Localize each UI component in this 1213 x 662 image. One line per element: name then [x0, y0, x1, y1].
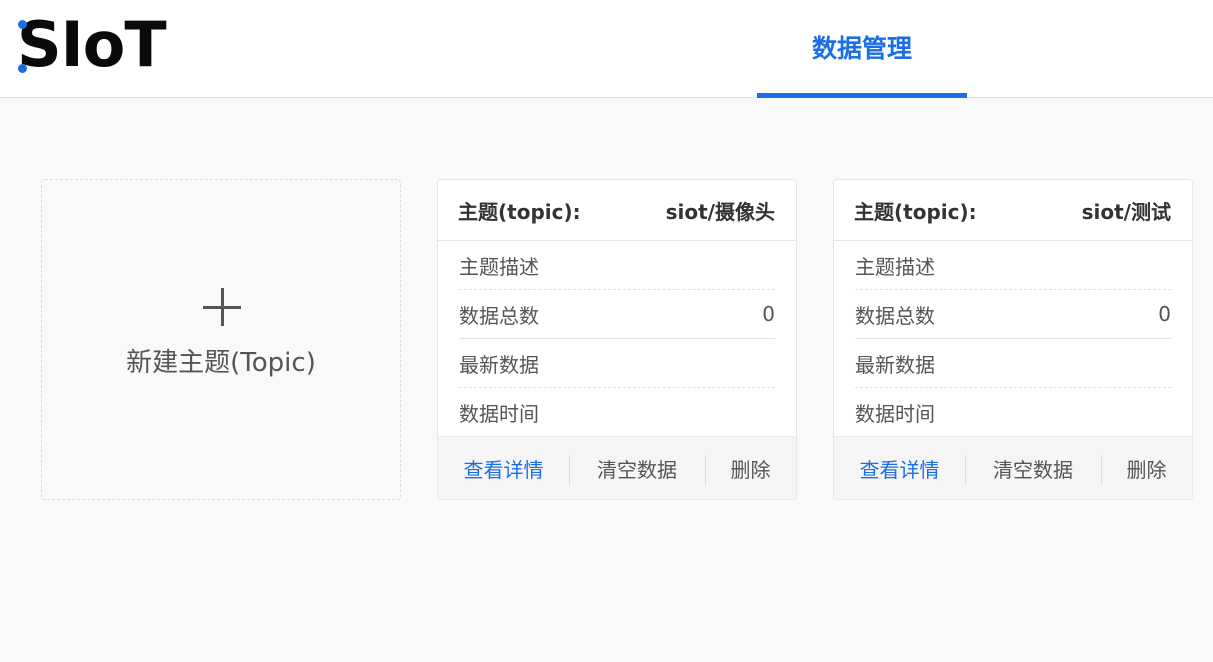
plus-icon — [203, 288, 241, 326]
topic-card-body: 主题描述 数据总数 0 最新数据 数据时间 — [438, 241, 796, 436]
row-label: 数据总数 — [855, 303, 935, 328]
new-topic-label: 新建主题(Topic) — [126, 348, 316, 378]
row-value: 0 — [762, 302, 775, 326]
logo-dot-top — [18, 20, 27, 29]
action-separator — [569, 454, 570, 485]
new-topic-card[interactable]: 新建主题(Topic) — [41, 179, 401, 500]
view-details-button[interactable]: 查看详情 — [438, 437, 569, 500]
action-separator — [705, 454, 706, 485]
siot-logo[interactable]: SIoT — [17, 12, 167, 78]
row-label: 最新数据 — [855, 352, 935, 377]
topic-name: siot/摄像头 — [665, 199, 775, 224]
row-latest-data: 最新数据 — [459, 339, 775, 388]
row-label: 主题描述 — [855, 254, 935, 279]
topic-card-actions: 查看详情 清空数据 删除 — [438, 436, 796, 499]
clear-data-button[interactable]: 清空数据 — [569, 437, 705, 500]
row-label: 最新数据 — [459, 352, 539, 377]
row-label: 数据总数 — [459, 303, 539, 328]
topic-title-label: 主题(topic): — [854, 199, 977, 224]
row-data-count: 数据总数 0 — [855, 290, 1171, 339]
delete-label: 删除 — [1126, 457, 1167, 482]
delete-label: 删除 — [730, 457, 771, 482]
row-value: 0 — [1158, 302, 1171, 326]
row-description: 主题描述 — [459, 241, 775, 290]
clear-data-button[interactable]: 清空数据 — [965, 437, 1101, 500]
row-label: 数据时间 — [855, 401, 935, 426]
tab-data-management[interactable]: 数据管理 — [757, 0, 967, 98]
topic-title-label: 主题(topic): — [458, 199, 581, 224]
topic-name: siot/测试 — [1081, 199, 1171, 224]
row-data-time: 数据时间 — [855, 388, 1171, 436]
row-label: 主题描述 — [459, 254, 539, 279]
row-description: 主题描述 — [855, 241, 1171, 290]
row-latest-data: 最新数据 — [855, 339, 1171, 388]
topic-card-header: 主题(topic): siot/摄像头 — [438, 180, 796, 241]
action-separator — [965, 454, 966, 485]
row-label: 数据时间 — [459, 401, 539, 426]
topic-card-actions: 查看详情 清空数据 删除 — [834, 436, 1192, 499]
topic-card-body: 主题描述 数据总数 0 最新数据 数据时间 — [834, 241, 1192, 436]
topic-card-header: 主题(topic): siot/测试 — [834, 180, 1192, 241]
app-header: SIoT 数据管理 — [0, 0, 1213, 98]
row-data-time: 数据时间 — [459, 388, 775, 436]
delete-button[interactable]: 删除 — [705, 437, 796, 500]
action-separator — [1101, 454, 1102, 485]
clear-data-label: 清空数据 — [597, 457, 677, 482]
topic-card: 主题(topic): siot/测试 主题描述 数据总数 0 最新数据 数据时间… — [833, 179, 1193, 500]
view-details-button[interactable]: 查看详情 — [834, 437, 965, 500]
delete-button[interactable]: 删除 — [1101, 437, 1192, 500]
logo-dot-bottom — [18, 64, 27, 73]
topic-card: 主题(topic): siot/摄像头 主题描述 数据总数 0 最新数据 数据时… — [437, 179, 797, 500]
clear-data-label: 清空数据 — [993, 457, 1073, 482]
row-data-count: 数据总数 0 — [459, 290, 775, 339]
